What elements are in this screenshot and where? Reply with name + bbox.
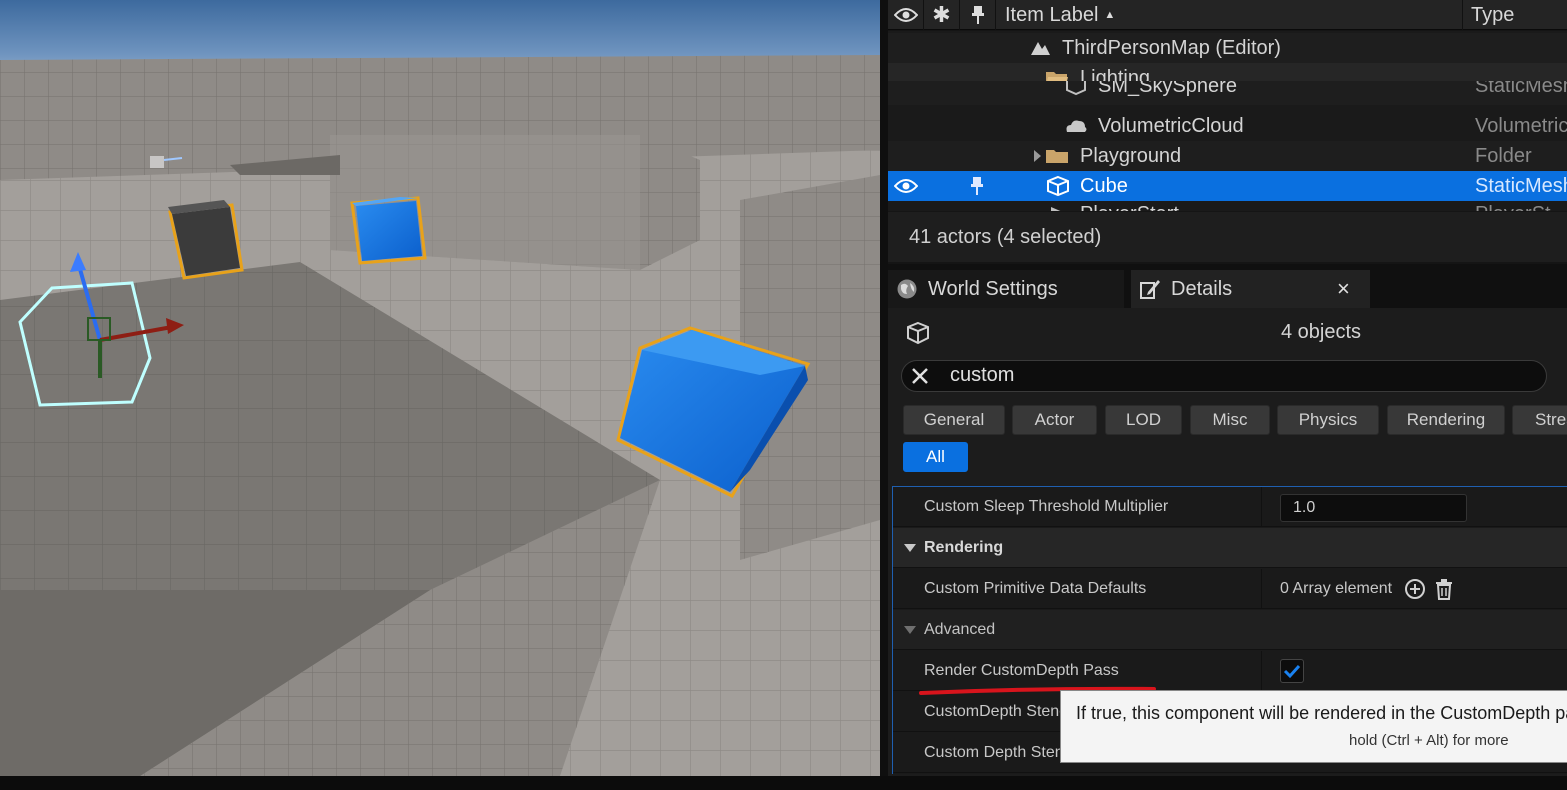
outliner-label: PlayerStart (1080, 203, 1179, 211)
sleep-threshold-field[interactable]: 1.0 (1280, 494, 1467, 522)
item-label-column[interactable]: Item Label ▲ (996, 0, 1463, 30)
section-label: Advanced (924, 621, 996, 638)
add-element-button[interactable] (1404, 578, 1426, 600)
outliner-type: StaticMesh (1475, 174, 1567, 197)
item-label-header: Item Label (1005, 3, 1099, 26)
tooltip-hint: hold (Ctrl + Alt) for more (1349, 732, 1509, 749)
eye-icon (893, 8, 918, 22)
tab-label: World Settings (928, 277, 1058, 300)
tab-label: Details (1171, 277, 1233, 300)
filter-lod[interactable]: LOD (1105, 405, 1182, 435)
visibility-column[interactable] (888, 0, 924, 30)
outliner-type: PlayerSt (1475, 203, 1551, 211)
outliner-row-cube[interactable]: Cube StaticMesh (888, 171, 1567, 201)
outliner-row-volumetriccloud[interactable]: VolumetricCloud Volumetric (888, 111, 1567, 141)
static-mesh-icon (1064, 81, 1088, 97)
sort-ascending-icon: ▲ (1104, 9, 1116, 21)
actor-count-status: 41 actors (4 selected) (888, 212, 1567, 262)
outliner-row-skysphere[interactable]: SM_SkySphere StaticMesh (888, 81, 1567, 105)
outliner-label: Playground (1080, 144, 1182, 167)
volumetric-cloud-icon (1064, 114, 1088, 138)
filter-rendering[interactable]: Rendering (1387, 405, 1505, 435)
category-label: Rendering (924, 539, 1004, 556)
outliner-tree[interactable]: ThirdPersonMap (Editor) Lighting SM_SkyS… (888, 31, 1567, 211)
search-query: custom (950, 364, 1015, 386)
filter-physics[interactable]: Physics (1277, 405, 1379, 435)
type-header: Type (1471, 3, 1515, 26)
property-value: 1.0 (1261, 487, 1567, 527)
pin-icon[interactable] (965, 174, 989, 198)
asterisk-icon: ✱ (932, 2, 951, 27)
edit-pencil-icon (1139, 278, 1161, 300)
level-viewport[interactable] (0, 0, 880, 776)
chevron-down-icon (903, 542, 917, 554)
tab-world-settings[interactable]: World Settings (888, 270, 1124, 308)
outliner-label: ThirdPersonMap (Editor) (1062, 36, 1281, 59)
property-custom-sleep-threshold: Custom Sleep Threshold Multiplier 1.0 (893, 487, 1567, 527)
outliner-label: Cube (1080, 174, 1128, 197)
filter-misc[interactable]: Misc (1190, 405, 1270, 435)
chevron-down-icon (903, 624, 917, 636)
clear-search-button[interactable] (909, 365, 931, 387)
filter-general[interactable]: General (903, 405, 1005, 435)
category-filters: General Actor LOD Misc Physics Rendering… (888, 404, 1567, 480)
outliner-type: Volumetric (1475, 114, 1567, 137)
outliner-type: Folder (1475, 144, 1532, 167)
outliner-type: StaticMesh (1475, 81, 1567, 97)
clear-elements-button[interactable] (1434, 578, 1454, 600)
outliner-row-playerstart[interactable]: PlayerStart PlayerSt (888, 201, 1567, 211)
static-mesh-icon (1046, 174, 1070, 198)
details-tab-bar: World Settings Details × (888, 264, 1567, 308)
filter-all[interactable]: All (903, 442, 968, 472)
property-value: 0 Array element (1261, 569, 1567, 609)
trash-icon (1436, 579, 1452, 600)
property-custom-primitive-data: Custom Primitive Data Defaults 0 Array e… (893, 569, 1567, 609)
pin-icon (971, 6, 984, 24)
map-icon (1028, 36, 1052, 60)
viewport-scene (0, 0, 880, 776)
outliner-header: ✱ Item Label ▲ Type (888, 0, 1567, 30)
close-tab-button[interactable]: × (1337, 276, 1350, 302)
category-rendering[interactable]: Rendering (893, 528, 1567, 568)
property-label: Custom Sleep Threshold Multiplier (924, 498, 1169, 515)
editor-side-panel: ✱ Item Label ▲ Type ThirdPersonMap (Edit… (888, 0, 1567, 776)
outliner-row-playground[interactable]: Playground Folder (888, 141, 1567, 171)
status-bar (0, 776, 1567, 790)
selection-summary: 4 objects (888, 308, 1567, 358)
tooltip-text: If true, this component will be rendered… (1076, 703, 1567, 723)
object-count: 4 objects (1281, 321, 1362, 343)
render-custom-depth-checkbox[interactable] (1280, 659, 1304, 683)
tab-details[interactable]: Details × (1131, 270, 1370, 308)
property-label: Custom Primitive Data Defaults (924, 580, 1147, 597)
eye-icon[interactable] (894, 174, 918, 198)
checkmark-icon (1283, 664, 1301, 679)
details-search-input[interactable]: custom (901, 360, 1547, 392)
globe-icon (896, 278, 918, 300)
property-tooltip: If true, this component will be rendered… (1060, 690, 1567, 763)
type-column[interactable]: Type (1463, 0, 1567, 30)
favorite-column[interactable]: ✱ (924, 0, 960, 30)
small-blue-cube[interactable] (350, 196, 427, 265)
folder-icon (1045, 144, 1069, 168)
outliner-label: SM_SkySphere (1098, 81, 1237, 97)
property-value (1261, 651, 1567, 691)
outliner-label: VolumetricCloud (1098, 114, 1244, 137)
close-icon (912, 368, 928, 384)
array-count: 0 Array element (1280, 580, 1393, 597)
section-advanced[interactable]: Advanced (893, 610, 1567, 650)
pin-column[interactable] (960, 0, 996, 30)
filter-streaming[interactable]: Streaming (1512, 405, 1567, 435)
static-mesh-icon (905, 321, 931, 345)
plus-circle-icon (1405, 579, 1425, 599)
filter-actor[interactable]: Actor (1012, 405, 1097, 435)
outliner-row-map[interactable]: ThirdPersonMap (Editor) (888, 33, 1567, 63)
player-start-icon (1046, 203, 1070, 211)
